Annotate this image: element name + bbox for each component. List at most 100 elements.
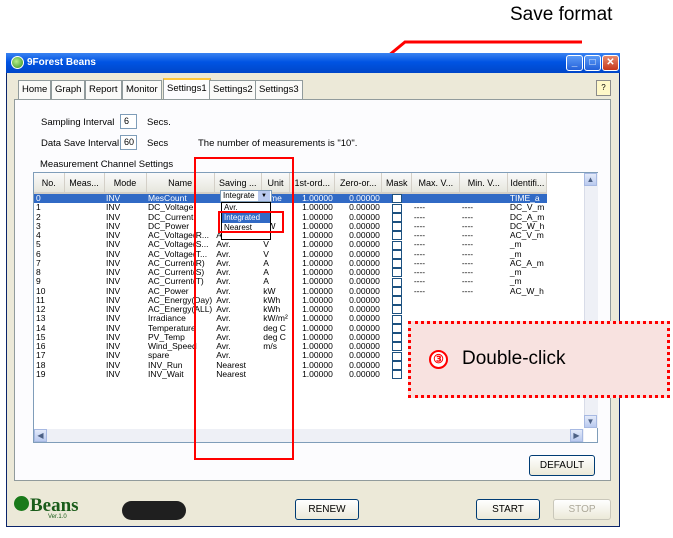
table-cell: ---- [413, 268, 426, 278]
table-cell: INV [106, 360, 121, 370]
table-cell: INV [106, 221, 121, 231]
table-cell: ---- [413, 277, 426, 287]
table-cell: 0.00000 [349, 277, 380, 287]
scroll-left-icon[interactable]: ◀ [34, 429, 47, 442]
mask-checkbox[interactable] [391, 314, 402, 324]
table-cell: 15 [36, 332, 46, 342]
table-cell: 9 [36, 277, 41, 287]
sampling-interval-input[interactable]: 6 [120, 114, 137, 129]
column-header[interactable]: Mode [104, 173, 147, 194]
mask-checkbox[interactable] [391, 296, 402, 305]
table-cell: ---- [413, 203, 426, 213]
table-cell: 0.00000 [349, 332, 380, 342]
table-cell: 0.00000 [349, 203, 380, 213]
scroll-up-icon[interactable]: ▲ [584, 173, 597, 186]
mask-checkbox[interactable] [391, 342, 402, 352]
start-button[interactable]: START [476, 499, 540, 520]
tab-graph[interactable]: Graph [51, 80, 86, 99]
table-cell: 1.00000 [302, 286, 333, 296]
table-cell: INV [104, 193, 146, 204]
table-cell: INV [106, 286, 121, 296]
default-button[interactable]: DEFAULT [529, 455, 595, 476]
table-cell: ---- [461, 277, 474, 287]
section-title: Measurement Channel Settings [40, 159, 174, 170]
table-cell: INV [106, 203, 121, 213]
column-header[interactable]: Zero-or... [334, 173, 383, 194]
table-cell: 0 [34, 193, 64, 204]
status-indicator [122, 501, 186, 520]
mask-checkbox[interactable] [391, 277, 402, 287]
mask-checkbox[interactable] [391, 203, 402, 213]
tab-settings1[interactable]: Settings1 [163, 78, 211, 100]
table-cell: 1.00000 [289, 193, 335, 204]
mask-checkbox[interactable] [391, 351, 402, 361]
mask-checkbox[interactable] [391, 360, 402, 370]
table-cell: 1.00000 [302, 221, 333, 231]
mask-checkbox-cell [382, 240, 412, 250]
table-cell [64, 361, 104, 370]
table-cell [64, 370, 104, 379]
mask-checkbox[interactable] [391, 249, 402, 259]
table-cell: ---- [413, 212, 426, 222]
tab-settings2[interactable]: Settings2 [209, 80, 257, 99]
integrated-option-highlight [218, 211, 284, 233]
mask-checkbox[interactable] [391, 212, 402, 222]
tab-report[interactable]: Report [85, 80, 122, 99]
mask-checkbox[interactable] [391, 323, 402, 333]
mask-checkbox[interactable] [391, 259, 402, 268]
table-cell [64, 296, 104, 305]
column-header[interactable]: Max. V... [411, 173, 461, 194]
column-header[interactable]: Meas... [64, 173, 105, 194]
mask-checkbox[interactable] [391, 370, 402, 379]
table-cell [64, 222, 104, 231]
table-cell: ---- [461, 231, 474, 241]
stop-button[interactable]: STOP [553, 499, 611, 520]
maximize-icon[interactable]: □ [584, 55, 601, 71]
table-cell: 12 [36, 305, 46, 315]
table-cell [64, 213, 104, 222]
table-cell: 0.00000 [349, 295, 380, 305]
table-cell [64, 231, 104, 240]
table-cell: ---- [413, 221, 426, 231]
table-cell: AC_W_h [509, 286, 544, 296]
column-header[interactable]: Identifi... [507, 173, 548, 194]
table-cell: ---- [461, 240, 474, 250]
sampling-interval-unit: Secs. [147, 117, 171, 128]
table-cell [64, 250, 104, 259]
horizontal-scrollbar[interactable] [34, 429, 584, 442]
sampling-interval-label: Sampling Interval [41, 117, 115, 128]
column-header[interactable]: No. [34, 173, 65, 194]
help-icon[interactable]: ? [596, 80, 611, 96]
table-cell: 8 [36, 268, 41, 278]
mask-checkbox[interactable] [391, 194, 402, 204]
table-cell: INV [106, 212, 121, 222]
tab-monitor[interactable]: Monitor [122, 80, 162, 99]
renew-button[interactable]: RENEW [295, 499, 359, 520]
column-header[interactable]: 1st-ord... [289, 173, 336, 194]
title-bar [6, 53, 620, 73]
mask-checkbox[interactable] [391, 305, 402, 315]
mask-checkbox[interactable] [391, 268, 402, 278]
minimize-icon[interactable]: _ [566, 55, 583, 71]
mask-checkbox[interactable] [391, 286, 402, 296]
table-cell: INV [106, 249, 121, 259]
column-header[interactable]: Min. V... [459, 173, 509, 194]
mask-checkbox[interactable] [391, 222, 402, 231]
tab-settings3[interactable]: Settings3 [255, 80, 303, 99]
column-header[interactable]: Mask [381, 173, 413, 194]
measurement-count-text: The number of measurements is "10". [198, 138, 358, 149]
table-cell: 1.00000 [302, 268, 333, 278]
mask-checkbox-cell [382, 268, 412, 278]
mask-checkbox[interactable] [391, 240, 402, 250]
scroll-down-icon[interactable]: ▼ [584, 415, 597, 428]
mask-checkbox[interactable] [391, 333, 402, 342]
scroll-right-icon[interactable]: ▶ [570, 429, 583, 442]
table-cell: _m [509, 249, 522, 259]
close-icon[interactable]: ✕ [602, 55, 619, 71]
table-cell [64, 287, 104, 296]
table-cell: 11 [36, 295, 45, 305]
mask-checkbox[interactable] [391, 231, 402, 241]
data-save-interval-input[interactable]: 60 [120, 135, 137, 150]
data-save-interval-label: Data Save Interval [41, 138, 120, 149]
tab-home[interactable]: Home [18, 80, 52, 99]
